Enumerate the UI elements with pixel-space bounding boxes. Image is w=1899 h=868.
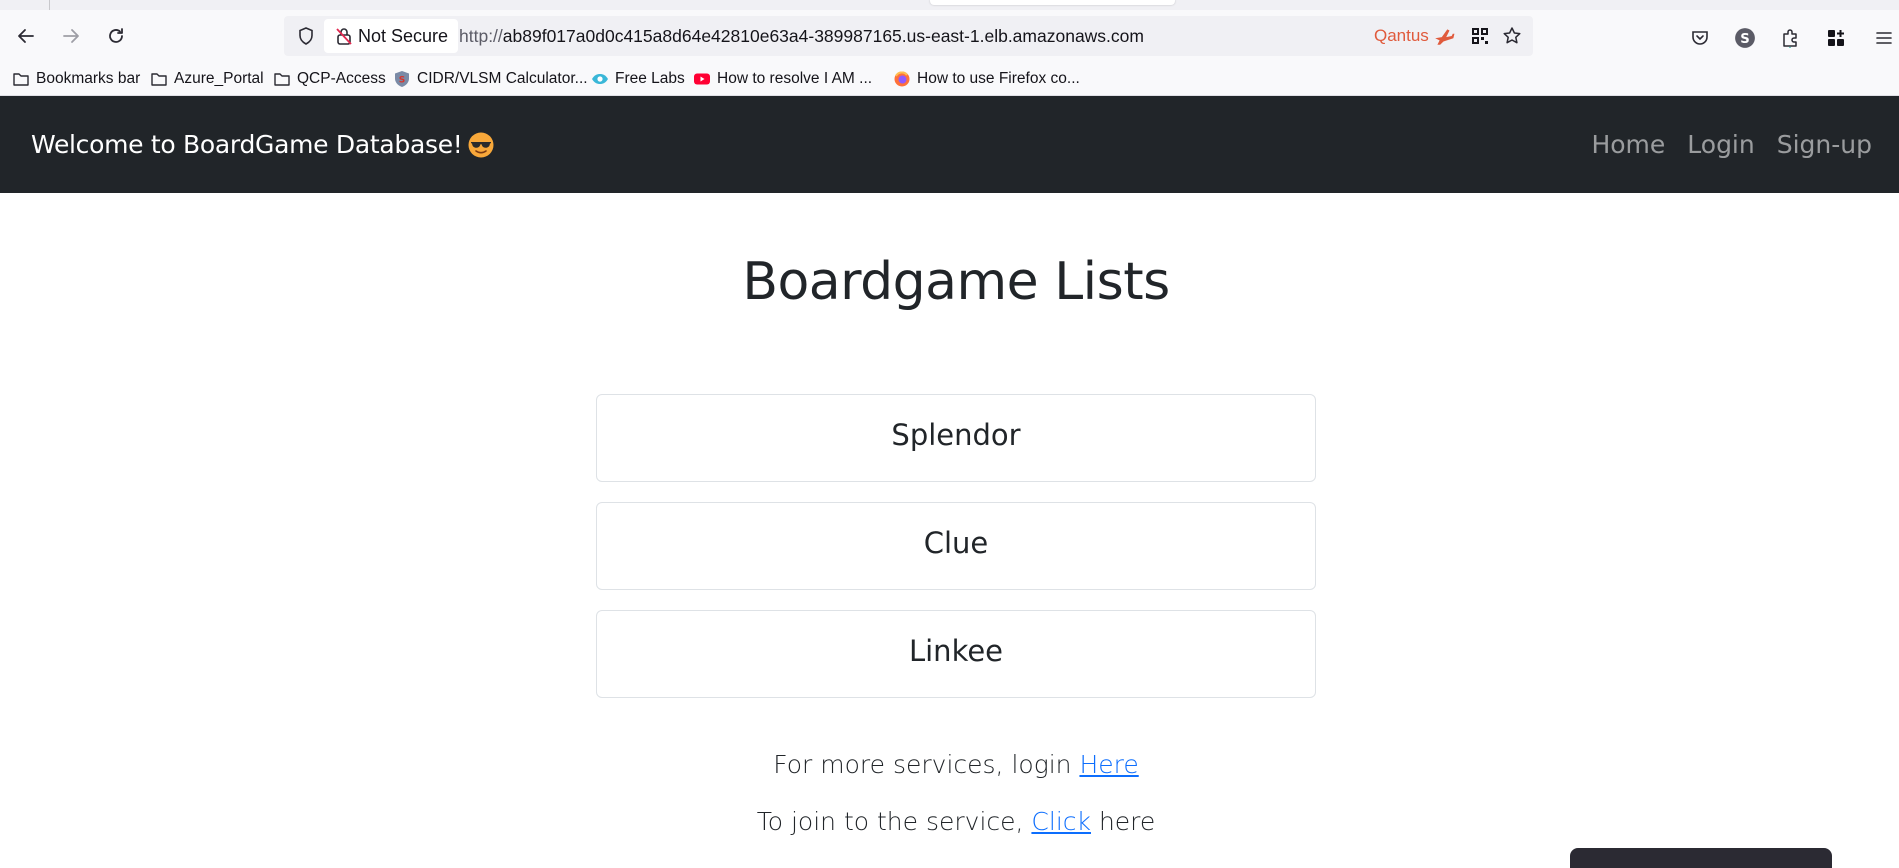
eye-logo-icon: [592, 74, 608, 84]
nav-login-link[interactable]: Login: [1687, 130, 1754, 159]
site-brand[interactable]: Welcome to BoardGame Database!: [31, 96, 495, 193]
pocket-icon[interactable]: [1687, 25, 1713, 51]
bookmark-item[interactable]: Azure_Portal: [150, 62, 264, 96]
page-title: Boardgame Lists: [742, 252, 1170, 312]
qr-code-icon[interactable]: [1470, 26, 1490, 46]
bookmark-label: Azure_Portal: [174, 70, 264, 87]
security-label: Not Secure: [358, 25, 449, 46]
active-tab[interactable]: [930, 0, 1175, 5]
brand-text: Welcome to BoardGame Database!: [31, 130, 463, 159]
qantus-label: Qantus: [1374, 26, 1429, 45]
bookmark-item[interactable]: How to resolve I AM ...: [693, 62, 872, 96]
reload-icon: [109, 28, 123, 43]
login-here-link[interactable]: Here: [1079, 750, 1138, 779]
insecure-lock-icon: [336, 28, 352, 45]
firefox-icon: [894, 71, 910, 87]
floating-panel-edge: [1570, 848, 1832, 868]
site-navbar: Welcome to BoardGame Database! Home Logi…: [0, 96, 1899, 193]
svg-text:S: S: [1740, 32, 1750, 47]
login-prefix: For more services, login: [773, 750, 1080, 779]
nav-signup-link[interactable]: Sign-up: [1777, 130, 1872, 159]
youtube-icon: [694, 73, 710, 85]
bookmark-item[interactable]: QCP-Access: [273, 62, 386, 96]
reload-button[interactable]: [100, 20, 132, 52]
folder-icon: [13, 73, 29, 86]
login-info-text: For more services, login Here: [0, 750, 1899, 779]
extensions-puzzle-icon[interactable]: [1777, 25, 1803, 51]
tab-separator: [49, 0, 50, 10]
apps-grid-icon[interactable]: [1823, 25, 1849, 51]
game-list-item[interactable]: Splendor: [596, 394, 1316, 482]
join-click-link[interactable]: Click: [1031, 807, 1091, 836]
folder-icon: [274, 73, 290, 86]
bookmark-label: QCP-Access: [297, 70, 386, 87]
forward-button[interactable]: [55, 20, 87, 52]
join-info-text: To join to the service, Click here: [0, 807, 1899, 836]
url-bar[interactable]: Not Secure http://ab89f017a0d0c415a8d64e…: [284, 16, 1533, 56]
url-text[interactable]: http://ab89f017a0d0c415a8d64e42810e63a4-…: [459, 16, 1144, 56]
back-arrow-icon: [18, 29, 34, 43]
menu-hamburger-icon[interactable]: [1871, 25, 1897, 51]
bookmark-label: Bookmarks bar: [36, 70, 141, 87]
game-list-item[interactable]: Clue: [596, 502, 1316, 590]
bookmark-label: How to use Firefox co...: [917, 70, 1080, 87]
shield-logo-icon: S: [395, 71, 409, 87]
forward-arrow-icon: [63, 29, 79, 43]
game-name: Clue: [923, 526, 989, 560]
game-name: Linkee: [908, 634, 1004, 668]
security-indicator[interactable]: Not Secure: [324, 19, 459, 53]
qantus-extension[interactable]: Qantus: [1374, 16, 1455, 56]
sunglasses-face-icon: [468, 132, 494, 157]
airplane-icon: [1435, 29, 1455, 45]
bookmark-item[interactable]: How to use Firefox co...: [893, 62, 1080, 96]
site-nav-links: Home Login Sign-up: [1591, 96, 1872, 193]
game-name: Splendor: [891, 418, 1021, 452]
back-button[interactable]: [10, 20, 42, 52]
folder-icon: [151, 73, 167, 86]
join-suffix: here: [1091, 807, 1156, 836]
bookmark-label: How to resolve I AM ...: [717, 70, 873, 87]
browser-toolbar: Not Secure http://ab89f017a0d0c415a8d64e…: [0, 10, 1899, 62]
account-avatar-icon[interactable]: S: [1732, 25, 1758, 51]
bookmark-item[interactable]: Bookmarks bar: [12, 62, 140, 96]
url-host: ab89f017a0d0c415a8d64e42810e63a4-3899871…: [502, 26, 1144, 46]
bookmark-item[interactable]: S CIDR/VLSM Calculator...: [393, 62, 588, 96]
game-list-item[interactable]: Linkee: [596, 610, 1316, 698]
tracking-protection-icon[interactable]: [294, 24, 318, 48]
url-protocol: http://: [459, 26, 503, 46]
bookmark-label: Free Labs: [615, 70, 685, 87]
bookmarks-toolbar: Bookmarks bar Azure_Portal QCP-Access S …: [0, 62, 1899, 96]
bookmark-item[interactable]: Free Labs: [591, 62, 685, 96]
nav-home-link[interactable]: Home: [1591, 130, 1665, 159]
tab-strip: [0, 0, 1899, 10]
bookmark-star-icon[interactable]: [1502, 26, 1522, 46]
svg-text:S: S: [399, 76, 405, 86]
join-prefix: To join to the service,: [756, 807, 1032, 836]
bookmark-label: CIDR/VLSM Calculator...: [417, 70, 588, 87]
